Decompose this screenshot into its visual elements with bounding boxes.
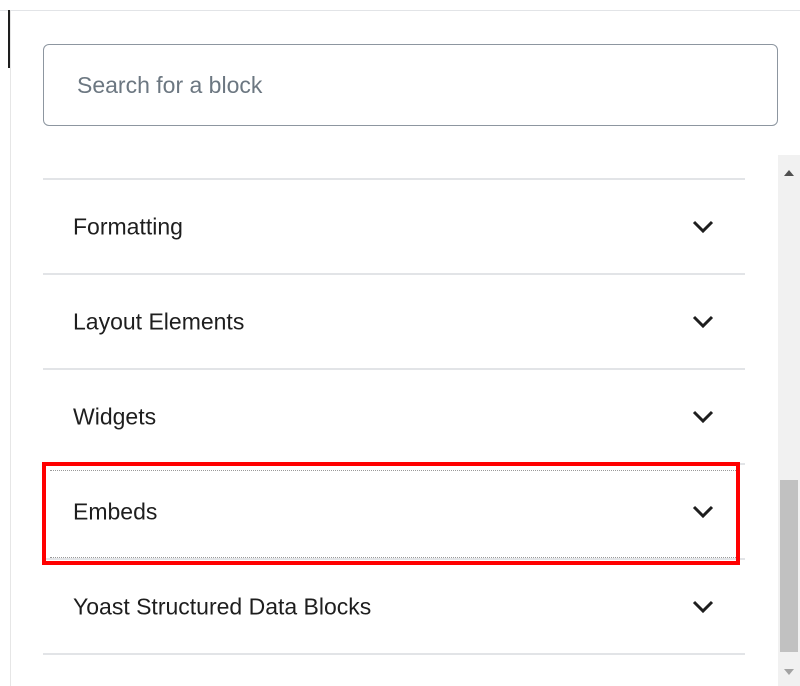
category-label: Layout Elements xyxy=(73,308,245,334)
category-label: Yoast Structured Data Blocks xyxy=(73,593,372,619)
left-divider xyxy=(10,10,11,686)
category-widgets[interactable]: Widgets xyxy=(43,368,745,463)
top-border xyxy=(0,0,800,11)
search-input[interactable] xyxy=(44,45,777,125)
chevron-down-icon[interactable] xyxy=(692,505,714,519)
category-label: Widgets xyxy=(73,403,157,429)
category-yoast-structured-data-blocks[interactable]: Yoast Structured Data Blocks xyxy=(43,558,745,653)
category-label: Formatting xyxy=(73,213,183,239)
list-end-divider xyxy=(43,653,745,665)
scrollbar-thumb[interactable] xyxy=(780,480,798,652)
triangle-down-icon[interactable] xyxy=(778,664,800,680)
category-label: Embeds xyxy=(73,498,158,524)
scrollbar[interactable] xyxy=(778,155,800,686)
category-formatting[interactable]: Formatting xyxy=(43,178,745,273)
category-embeds[interactable]: Embeds xyxy=(43,463,745,558)
chevron-down-icon[interactable] xyxy=(692,315,714,329)
block-category-list: Formatting Layout Elements Widgets Embed… xyxy=(43,178,745,665)
chevron-down-icon[interactable] xyxy=(692,410,714,424)
triangle-up-icon[interactable] xyxy=(778,165,800,181)
chevron-down-icon[interactable] xyxy=(692,220,714,234)
search-box[interactable] xyxy=(43,44,778,126)
chevron-down-icon[interactable] xyxy=(692,600,714,614)
category-layout-elements[interactable]: Layout Elements xyxy=(43,273,745,368)
block-inserter-panel: Formatting Layout Elements Widgets Embed… xyxy=(0,0,800,686)
